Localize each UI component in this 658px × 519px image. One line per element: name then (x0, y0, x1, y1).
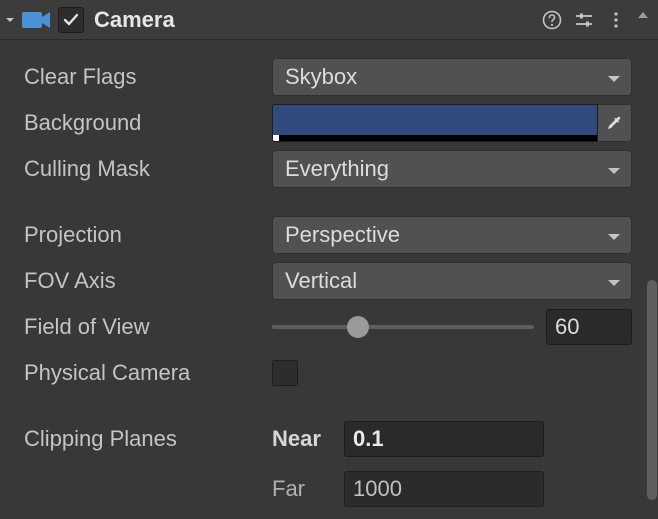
physical-camera-label: Physical Camera (24, 360, 272, 386)
culling-mask-value: Everything (285, 156, 389, 182)
chevron-down-icon (607, 222, 621, 248)
slider-thumb[interactable] (347, 316, 369, 338)
projection-dropdown[interactable]: Perspective (272, 216, 632, 254)
chevron-down-icon (607, 64, 621, 90)
help-icon[interactable] (536, 4, 568, 36)
projection-label: Projection (24, 222, 272, 248)
culling-mask-label: Culling Mask (24, 156, 272, 182)
component-title: Camera (94, 7, 175, 33)
chevron-down-icon (607, 156, 621, 182)
field-of-view-input[interactable]: 60 (546, 309, 632, 345)
physical-camera-checkbox[interactable] (272, 360, 298, 386)
near-label: Near (272, 426, 344, 452)
clear-flags-label: Clear Flags (24, 64, 272, 90)
clear-flags-dropdown[interactable]: Skybox (272, 58, 632, 96)
context-menu-icon[interactable] (600, 4, 632, 36)
fov-axis-dropdown[interactable]: Vertical (272, 262, 632, 300)
presets-icon[interactable] (568, 4, 600, 36)
background-label: Background (24, 110, 272, 136)
near-input[interactable]: 0.1 (344, 421, 544, 457)
alpha-indicator (273, 135, 279, 141)
scrollbar-thumb[interactable] (647, 280, 657, 500)
enable-component-checkbox[interactable] (58, 7, 84, 33)
field-of-view-label: Field of View (24, 314, 272, 340)
camera-icon (22, 10, 52, 30)
fov-axis-value: Vertical (285, 268, 357, 294)
alpha-bar (273, 135, 597, 141)
fov-axis-label: FOV Axis (24, 268, 272, 294)
eyedropper-button[interactable] (598, 104, 632, 142)
projection-value: Perspective (285, 222, 400, 248)
background-color-swatch[interactable] (272, 104, 598, 142)
component-body: Clear Flags Skybox Background (0, 40, 658, 512)
clear-flags-value: Skybox (285, 64, 357, 90)
far-input[interactable]: 1000 (344, 471, 544, 507)
collapse-icon[interactable] (632, 4, 654, 36)
field-of-view-slider[interactable] (272, 325, 534, 329)
foldout-icon[interactable] (4, 12, 20, 28)
far-label: Far (272, 476, 344, 502)
chevron-down-icon (607, 268, 621, 294)
culling-mask-dropdown[interactable]: Everything (272, 150, 632, 188)
clipping-planes-label: Clipping Planes (24, 426, 272, 452)
scrollbar-track[interactable] (646, 40, 658, 519)
component-header: Camera (0, 0, 658, 40)
